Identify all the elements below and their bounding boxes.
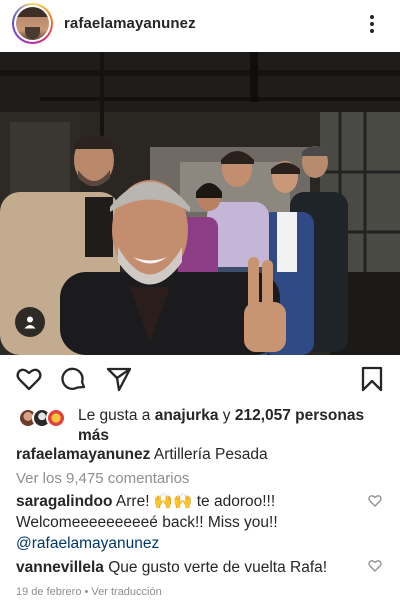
- post-photo[interactable]: [0, 52, 400, 355]
- heart-icon[interactable]: [15, 365, 43, 393]
- comment-text-continued: Welcomeeeeeeeeeé back!! Miss you!!: [16, 514, 278, 531]
- comment-item: saragalindoo Arre! 🙌🙌 te adoroo!!! Welco…: [16, 491, 356, 554]
- likes-text: Le gusta a anajurka y 212,057 personas m…: [78, 406, 378, 446]
- see-translation-link[interactable]: Ver traducción: [91, 586, 161, 598]
- post-actions-bar: [0, 362, 400, 398]
- liker-username[interactable]: anajurka: [155, 407, 219, 424]
- comment-text: Arre! 🙌🙌 te adoroo!!!: [115, 493, 276, 510]
- bookmark-icon[interactable]: [358, 365, 386, 393]
- likes-connector: y: [218, 407, 235, 424]
- comment-username[interactable]: vannevillela: [16, 559, 104, 576]
- send-paper-plane-icon[interactable]: [105, 365, 133, 393]
- post-date: 19 de febrero: [16, 586, 82, 598]
- meta-separator: •: [81, 586, 92, 598]
- profile-avatar[interactable]: [12, 3, 53, 44]
- liker-avatars: [18, 408, 74, 430]
- comment-mention[interactable]: @rafaelamayanunez: [16, 535, 159, 552]
- caption-username[interactable]: rafaelamayanunez: [16, 446, 150, 463]
- comment-item: vannevillela Que gusto verte de vuelta R…: [16, 557, 356, 578]
- user-tag-icon[interactable]: [15, 307, 45, 337]
- post-meta: 19 de febrero • Ver traducción: [16, 586, 162, 598]
- comment-username[interactable]: saragalindoo: [16, 493, 112, 510]
- view-all-comments-link[interactable]: Ver los 9,475 comentarios: [16, 470, 189, 487]
- group-selfie-image: [0, 52, 400, 355]
- comment-like-icon[interactable]: [368, 559, 382, 572]
- caption-text: Artillería Pesada: [153, 446, 268, 463]
- more-options-icon[interactable]: [364, 12, 380, 36]
- comment-bubble-icon[interactable]: [60, 365, 88, 393]
- likes-prefix: Le gusta a: [78, 407, 155, 424]
- likes-suffix[interactable]: más: [78, 427, 109, 444]
- post-header: rafaelamayanunez: [0, 0, 400, 52]
- post-author-username[interactable]: rafaelamayanunez: [64, 15, 196, 32]
- comment-like-icon[interactable]: [368, 494, 382, 507]
- comment-text: Que gusto verte de vuelta Rafa!: [108, 559, 328, 576]
- likes-count[interactable]: 212,057 personas: [235, 407, 364, 424]
- likes-summary[interactable]: Le gusta a anajurka y 212,057 personas m…: [16, 404, 386, 444]
- post-caption: rafaelamayanunez Artillería Pesada: [16, 445, 386, 465]
